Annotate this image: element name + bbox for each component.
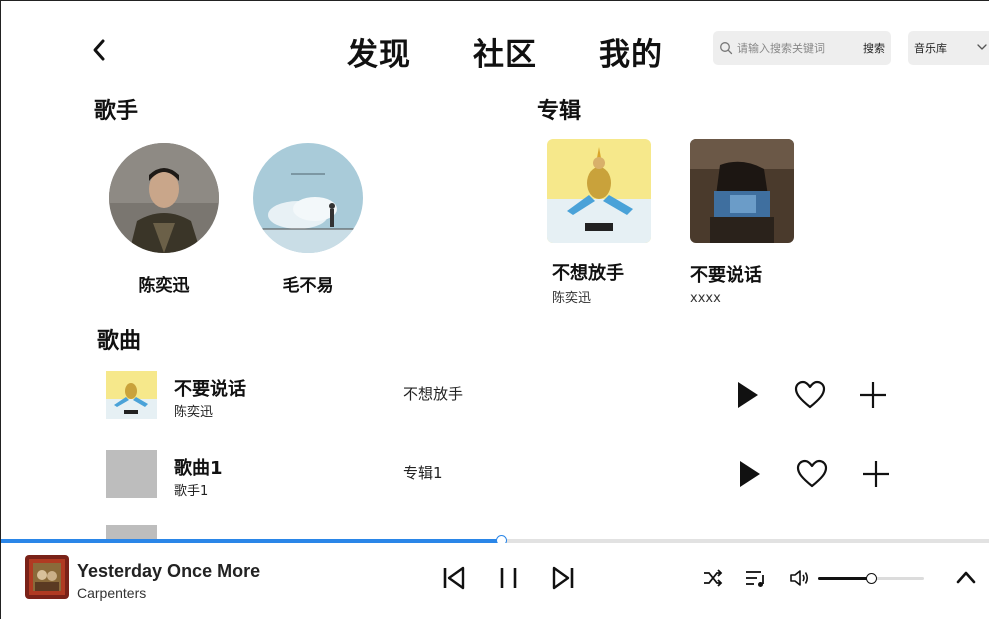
album-card[interactable]: 不要说话 xxxx [690,139,794,306]
chevron-left-icon [93,39,105,61]
now-playing-cover [25,555,69,599]
search-box: 搜索 [713,31,891,65]
volume-icon[interactable] [789,568,811,588]
singer-card[interactable]: 毛不易 [253,143,363,296]
back-button[interactable] [85,35,113,65]
playlist-icon[interactable] [745,568,767,588]
shuffle-icon[interactable] [702,568,724,588]
album-card[interactable]: 不想放手 陈奕迅 [547,139,651,306]
album-artist: xxxx [690,291,721,306]
search-input[interactable] [737,41,857,55]
library-select-value: 音乐库 [914,42,947,55]
previous-icon[interactable] [442,565,466,591]
album-artist: 陈奕迅 [552,291,592,306]
song-artist: 陈奕迅 [174,405,214,420]
song-album[interactable]: 专辑1 [403,462,443,483]
next-icon[interactable] [551,565,575,591]
tab-community[interactable]: 社区 [473,29,537,74]
now-playing-title: Yesterday Once More [77,561,261,581]
albums-title: 专辑 [537,99,582,124]
tab-discover[interactable]: 发现 [347,29,411,74]
songs-title: 歌曲 [97,329,142,354]
song-row[interactable]: 不要说话 陈奕迅 不想放手 [106,371,906,425]
album-cover [547,139,651,243]
plus-icon[interactable] [857,379,889,411]
song-artist: 歌手1 [174,484,209,499]
play-icon[interactable] [730,379,762,411]
player-bar: Yesterday Once More Carpenters [1,543,989,619]
album-title: 不想放手 [552,263,624,284]
song-row[interactable]: 歌曲1 歌手1 专辑1 [106,450,906,504]
volume-handle[interactable] [866,573,877,584]
plus-icon[interactable] [860,458,892,490]
pause-icon[interactable] [497,566,521,590]
app-window: 发现 社区 我的 搜索 音乐库 歌手 陈奕迅 [0,0,989,619]
avatar [109,143,219,253]
chevron-up-icon[interactable] [954,567,978,587]
volume-slider[interactable] [818,573,924,584]
singer-name: 陈奕迅 [138,276,190,296]
heart-icon[interactable] [794,379,826,411]
singer-card[interactable]: 陈奕迅 [109,143,219,296]
now-playing-artist: Carpenters [77,585,147,601]
volume-fill [818,577,871,580]
song-title: 歌曲1 [174,458,223,479]
tab-mine[interactable]: 我的 [599,29,663,74]
song-title: 不要说话 [174,379,246,400]
search-button[interactable]: 搜索 [863,40,885,56]
album-cover [690,139,794,243]
play-icon[interactable] [732,458,764,490]
singer-name: 毛不易 [282,276,334,296]
singers-title: 歌手 [94,99,139,124]
main-nav: 发现 社区 我的 [347,29,663,74]
song-cover-placeholder [106,450,157,498]
search-icon [720,42,733,55]
song-album[interactable]: 不想放手 [403,383,463,404]
album-title: 不要说话 [690,265,762,286]
heart-icon[interactable] [796,458,828,490]
library-select[interactable]: 音乐库 [908,31,989,65]
song-cover-placeholder [106,525,157,539]
avatar [253,143,363,253]
chevron-down-icon [977,44,987,50]
song-cover [106,371,157,419]
